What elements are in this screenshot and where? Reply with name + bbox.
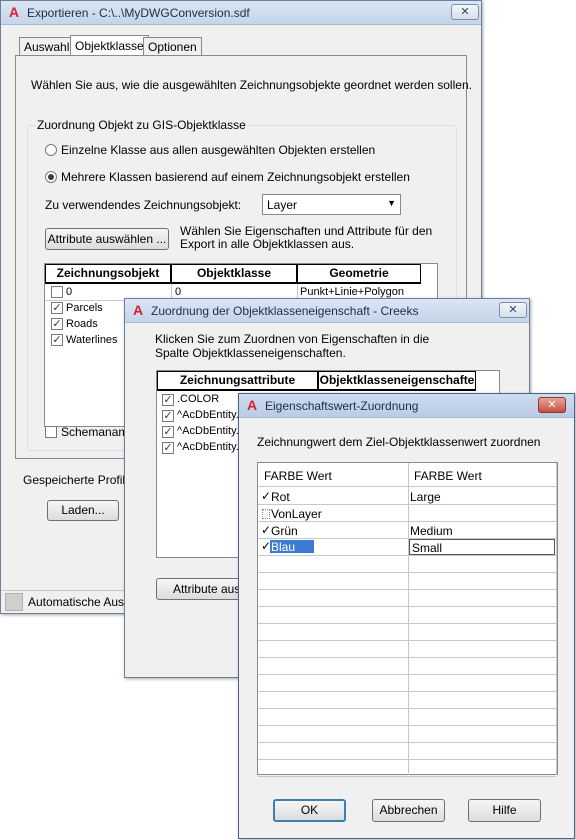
col-header-drawing-attributes[interactable]: Zeichnungsattribute (157, 371, 318, 391)
autocad-logo-icon: A (246, 397, 258, 413)
col-header-class[interactable]: Objektklasse (171, 264, 297, 284)
property-mapping-close-button[interactable]: ✕ (499, 302, 527, 318)
target-value[interactable]: Medium (410, 524, 453, 538)
property-mapping-title: Zuordnung der Objektklasseneigenschaft -… (151, 304, 419, 318)
source-value[interactable]: VonLayer (271, 507, 322, 521)
grid-row-line (258, 674, 556, 675)
single-class-label: Einzelne Klasse aus allen ausgewählten O… (61, 143, 376, 157)
autocad-logo-icon: A (8, 4, 20, 20)
table-cell-class[interactable]: 0 (175, 286, 181, 298)
table-cell-object[interactable]: Waterlines (66, 334, 118, 346)
col-header-target-value[interactable]: FARBE Wert (414, 469, 482, 483)
col-header-geometry[interactable]: Geometrie (297, 264, 421, 284)
grid-row-line (258, 555, 556, 556)
row-checkbox[interactable]: ✓ (162, 410, 174, 422)
unchecked-box[interactable] (262, 509, 270, 519)
single-class-radio[interactable] (45, 144, 57, 156)
grid-row-line (258, 606, 556, 607)
table-cell-geometry[interactable]: Punkt+Linie+Polygon (300, 286, 404, 298)
check-icon[interactable]: ✓ (261, 489, 271, 503)
target-value[interactable]: Large (410, 490, 441, 504)
col-header-source-value[interactable]: FARBE Wert (264, 469, 332, 483)
grid-row-line (258, 759, 556, 760)
chevron-down-icon: ▼ (387, 198, 396, 208)
ok-button[interactable]: OK (273, 799, 346, 822)
attribute-name[interactable]: .COLOR (177, 393, 219, 405)
table-cell-object[interactable]: Roads (66, 318, 98, 330)
grid-row-line (258, 589, 556, 590)
attribute-name[interactable]: ^AcDbEntity. (177, 409, 239, 421)
source-value[interactable]: Grün (271, 524, 298, 538)
grid-row-line (258, 572, 556, 573)
multi-class-label: Mehrere Klassen basierend auf einem Zeic… (61, 170, 410, 184)
object-select[interactable]: Layer ▼ (262, 194, 401, 215)
property-mapping-titlebar[interactable]: A Zuordnung der Objektklasseneigenschaft… (125, 299, 529, 323)
load-button[interactable]: Laden... (47, 500, 119, 521)
row-checkbox[interactable]: ✓ (51, 302, 63, 314)
row-checkbox[interactable]: ✓ (162, 442, 174, 454)
object-label: Zu verwendendes Zeichnungsobjekt: (45, 198, 242, 212)
value-mapping-close-button[interactable]: ✕ (538, 397, 566, 413)
help-button[interactable]: Hilfe (468, 799, 541, 822)
tab-auswahl[interactable]: Auswahl (19, 37, 75, 56)
status-text: Automatische Aus (28, 595, 125, 609)
row-checkbox[interactable]: ✓ (51, 318, 63, 330)
value-table: FARBE Wert FARBE Wert ✓ Rot Large VonLay… (257, 462, 558, 777)
value-mapping-dialog: A Eigenschaftswert-Zuordnung ✕ Zeichnung… (238, 393, 575, 839)
object-select-value: Layer (267, 198, 298, 212)
attribute-name[interactable]: ^AcDbEntity. (177, 425, 239, 437)
export-titlebar[interactable]: A Exportieren - C:\..\MyDWGConversion.sd… (1, 1, 481, 25)
cancel-button[interactable]: Abbrechen (372, 799, 445, 822)
grid-row-line (258, 776, 556, 777)
row-checkbox[interactable] (51, 286, 63, 298)
multi-class-radio[interactable] (45, 171, 57, 183)
schema-checkbox[interactable] (45, 426, 57, 438)
value-mapping-intro: Zeichnungwert dem Ziel-Objektklassenwert… (257, 435, 541, 449)
col-header-drawing-object[interactable]: Zeichnungsobjekt (45, 264, 171, 284)
row-checkbox[interactable]: ✓ (162, 394, 174, 406)
select-attributes-button[interactable]: Attribute auswählen ... (45, 228, 169, 250)
source-value-selected[interactable]: Blau (271, 540, 295, 554)
export-title: Exportieren - C:\..\MyDWGConversion.sdf (27, 6, 250, 20)
attribute-name[interactable]: ^AcDbEntity. (177, 441, 239, 453)
grid-row-line (258, 725, 556, 726)
value-mapping-titlebar[interactable]: A Eigenschaftswert-Zuordnung ✕ (239, 394, 574, 418)
grid-row-line (258, 521, 556, 522)
col-divider (408, 463, 409, 775)
intro-text: Wählen Sie aus, wie die ausgewählten Zei… (31, 78, 472, 92)
autocad-logo-icon: A (132, 302, 144, 318)
col-divider (556, 463, 557, 775)
target-value-editor[interactable]: Small (409, 539, 555, 555)
grid-row-line (258, 623, 556, 624)
source-value[interactable]: Rot (271, 490, 290, 504)
tab-optionen[interactable]: Optionen (143, 37, 202, 56)
check-icon[interactable]: ✓ (261, 523, 271, 537)
property-mapping-intro: Klicken Sie zum Zuordnen von Eigenschaft… (155, 332, 430, 360)
grid-row-line (258, 657, 556, 658)
tab-objektklasse[interactable]: Objektklasse (70, 35, 149, 57)
table-cell-object[interactable]: 0 (66, 286, 72, 298)
row-checkbox[interactable]: ✓ (51, 334, 63, 346)
grid-row-line (258, 742, 556, 743)
export-close-button[interactable]: ✕ (451, 4, 479, 20)
target-value-edit-text[interactable]: Small (412, 541, 442, 555)
grid-row-line (258, 640, 556, 641)
col-header-class-properties[interactable]: Objektklasseneigenschafte (318, 371, 476, 391)
table-cell-object[interactable]: Parcels (66, 302, 103, 314)
attributes-hint: Wählen Sie Eigenschaften und Attribute f… (180, 224, 433, 251)
group-title: Zuordnung Objekt zu GIS-Objektklasse (35, 118, 248, 132)
saved-profiles-label: Gespeicherte Profile (23, 473, 132, 487)
row-checkbox[interactable]: ✓ (162, 426, 174, 438)
grid-row-line (258, 691, 556, 692)
grid-row-line (258, 504, 556, 505)
grid-row-line (258, 708, 556, 709)
status-icon (5, 593, 23, 611)
value-mapping-title: Eigenschaftswert-Zuordnung (265, 399, 419, 413)
